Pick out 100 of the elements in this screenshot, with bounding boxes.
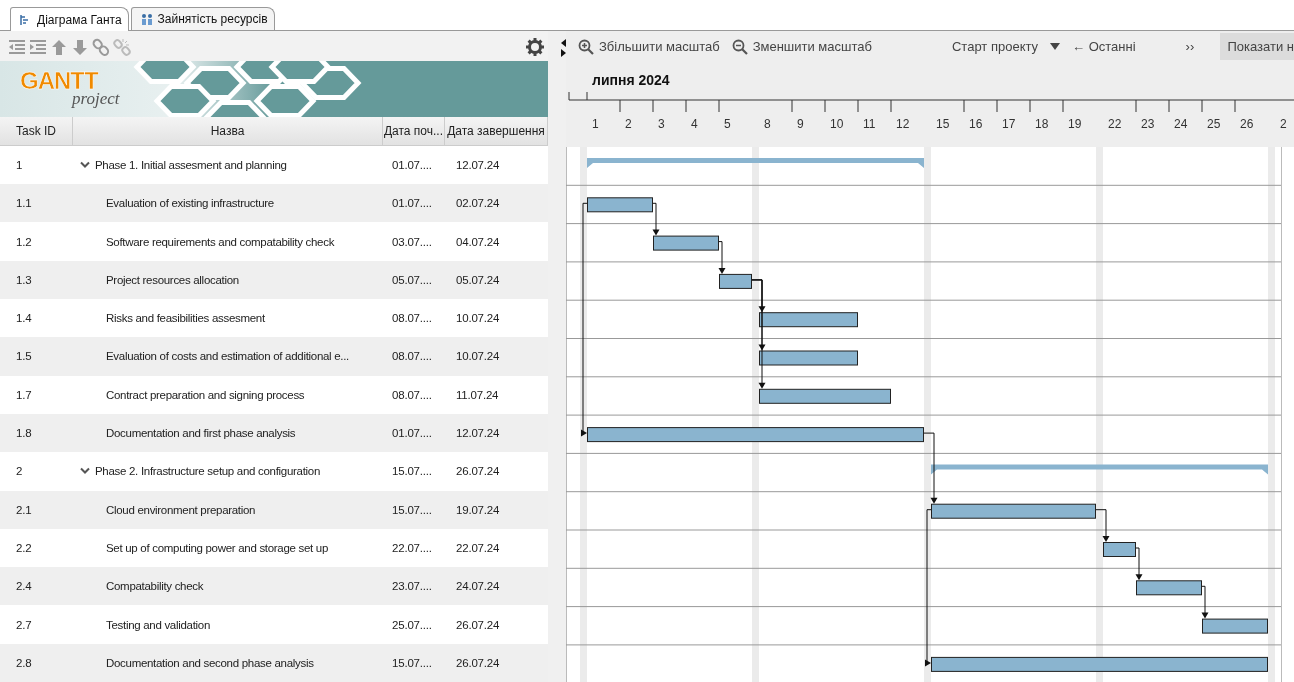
unlink-icon[interactable] — [113, 37, 131, 56]
table-cell-text: 26.07.24 — [455, 465, 501, 478]
table-cell-text: 26.07.24 — [455, 618, 501, 631]
table-cell: Risks and feasibilities assesment — [106, 312, 265, 325]
table-cell-text: 1.5 — [15, 350, 33, 363]
table-cell-text: 19.07.24 — [455, 503, 501, 516]
table-cell-text: 2 — [15, 465, 24, 478]
day-label: 9 — [797, 117, 804, 131]
table-cell-text: 01.07.... — [391, 197, 433, 210]
day-label: 5 — [724, 117, 731, 131]
people-icon — [139, 12, 154, 26]
table-cell-text: 12.07.24 — [455, 159, 501, 171]
chevron-down-icon[interactable] — [80, 467, 90, 476]
table-cell-text: 22.07.... — [391, 541, 433, 554]
dependency-arrow — [1201, 585, 1209, 619]
table-cell-text: 2.4 — [15, 580, 33, 593]
day-label: 22 — [1108, 117, 1122, 131]
table-cell-text: 1.3 — [15, 273, 33, 286]
task-bar — [1202, 618, 1268, 634]
table-cell-text: 2.1 — [15, 503, 33, 516]
table-cell-text: 08.07.... — [391, 388, 433, 401]
table-cell-text: 10.07.24 — [455, 350, 501, 363]
day-label: 10 — [830, 117, 844, 131]
table-cell-text: 2.7 — [15, 618, 33, 631]
table-cell-text: 08.07.... — [391, 312, 433, 325]
day-label: 24 — [1174, 117, 1188, 131]
table-cell-text: 10.07.24 — [455, 312, 501, 325]
day-label: 2 — [625, 117, 632, 131]
table-cell-text: 23.07.... — [391, 580, 433, 593]
day-label: 23 — [1141, 117, 1155, 131]
table-cell-text: 25.07.... — [391, 618, 433, 631]
table-cell: Evaluation of costs and estimation of additional e... — [106, 350, 349, 363]
task-bar — [587, 197, 653, 213]
day-label: 18 — [1035, 117, 1049, 131]
table-cell-text: 08.07.... — [391, 350, 433, 363]
column-header[interactable]: Назва — [73, 117, 383, 145]
day-label: 19 — [1068, 117, 1082, 131]
table-cell: Contract preparation and signing process — [106, 388, 305, 401]
table-cell-text: 2.8 — [15, 656, 33, 669]
table-cell-text: 1.1 — [15, 197, 33, 210]
table-cell: Cloud environment preparation — [106, 503, 256, 516]
up-arrow-icon[interactable] — [50, 37, 68, 56]
caret-icon[interactable] — [1050, 43, 1061, 50]
toolbar-button[interactable]: Показати н — [1220, 33, 1294, 60]
indent-icon[interactable] — [29, 37, 47, 56]
table-cell-text: 26.07.24 — [455, 656, 501, 669]
table-cell-text: 24.07.24 — [455, 580, 501, 593]
table-cell: Set up of computing power and storage set up — [106, 541, 329, 554]
day-label: 3 — [658, 117, 665, 131]
day-label: 15 — [936, 117, 950, 131]
task-bar — [719, 273, 752, 289]
table-cell-text: 1 — [15, 159, 24, 171]
table-cell-text: 01.07.... — [391, 159, 433, 171]
table-cell: Documentation and second phase analysis — [106, 656, 314, 669]
toolbar-button[interactable]: Зменшити масштаб — [731, 38, 872, 55]
dependency-arrow — [652, 202, 660, 236]
toolbar-button[interactable]: ›› — [1185, 39, 1195, 54]
day-label: 17 — [1002, 117, 1016, 131]
day-label: 8 — [764, 117, 771, 131]
table-cell-text: 11.07.24 — [455, 388, 500, 401]
table-cell-text: 03.07.... — [391, 235, 433, 248]
day-label: 11 — [863, 117, 876, 131]
table-cell-text: 2.2 — [15, 541, 33, 554]
link-icon[interactable] — [92, 37, 110, 56]
chevron-down-icon[interactable] — [80, 161, 90, 169]
table-cell-text: 02.07.24 — [455, 197, 501, 210]
tab[interactable]: Діаграма Ганта — [10, 7, 129, 31]
dependency-arrow — [923, 432, 938, 504]
table-cell: Software requirements and compatability check — [106, 235, 335, 248]
collapse-arrows-icon[interactable] — [561, 39, 566, 57]
table-cell-text: 01.07.... — [391, 427, 433, 440]
settings-icon[interactable] — [526, 37, 544, 56]
table-cell: Phase 1. Initial assesment and planning — [95, 159, 287, 171]
column-header[interactable]: Дата поч... — [383, 117, 445, 145]
zoom-in-icon — [578, 38, 594, 55]
month-label: липня 2024 — [592, 72, 670, 88]
table-cell: Phase 2. Infrastructure setup and configuration — [95, 465, 320, 478]
dependency-arrow — [1095, 509, 1110, 542]
down-arrow-icon[interactable] — [71, 37, 89, 56]
table-cell-text: 05.07.24 — [455, 273, 501, 286]
zoom-out-icon — [731, 38, 748, 55]
task-bar — [1136, 580, 1202, 596]
table-cell-text: 1.2 — [15, 235, 33, 248]
dropdown[interactable]: Старт проекту — [951, 39, 1039, 54]
table-cell-text: 1.4 — [15, 312, 33, 325]
dependency-arrow — [718, 241, 726, 274]
toolbar-button[interactable]: Збільшити масштаб — [578, 38, 720, 55]
toolbar-button[interactable]: ← Останні — [1072, 39, 1136, 54]
outdent-icon[interactable] — [8, 37, 26, 56]
table-cell-text: 04.07.24 — [455, 235, 501, 248]
table-cell-text: 15.07.... — [391, 503, 433, 516]
table-cell: Compatability check — [106, 580, 204, 593]
table-cell-text: 05.07.... — [391, 273, 433, 286]
day-label: 16 — [969, 117, 983, 131]
tab[interactable]: Зайнятість ресурсів — [130, 7, 275, 30]
task-bar — [1103, 542, 1136, 557]
table-cell-text: 1.8 — [15, 427, 33, 440]
day-label: 25 — [1207, 117, 1221, 131]
column-header[interactable]: Task ID — [0, 117, 73, 145]
table-cell-text: 12.07.24 — [455, 427, 501, 440]
